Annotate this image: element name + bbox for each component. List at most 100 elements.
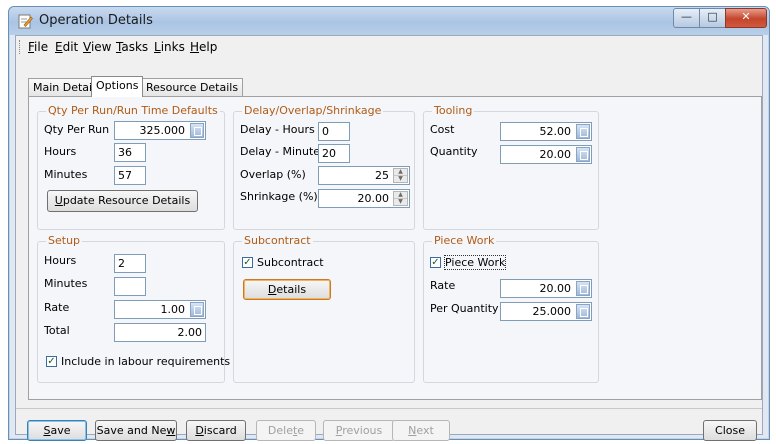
per-quantity-input[interactable]: 25.000: [500, 302, 592, 321]
tab-resource-details[interactable]: Resource Details: [141, 78, 244, 96]
menu-tasks[interactable]: Tasks: [116, 40, 148, 54]
spin-down-icon[interactable]: ▼: [394, 176, 407, 182]
delay-hours-input[interactable]: 0: [318, 122, 350, 141]
setup-rate-input[interactable]: 1.00: [114, 300, 206, 319]
previous-btn-post: revious: [342, 424, 383, 437]
close-btn-label: Close: [715, 424, 745, 437]
overlap-label: Overlap (%): [240, 168, 306, 181]
piece-work-group: Piece Work ✓ Piece Work Rate 20.00 Per Q…: [423, 234, 599, 383]
save-new-btn-accel: w: [166, 424, 176, 437]
qty-per-run-value: 325.000: [139, 124, 186, 137]
piece-work-checkbox-label[interactable]: Piece Work: [443, 255, 507, 270]
shrinkage-label: Shrinkage (%): [240, 190, 318, 203]
edit-document-icon: [18, 14, 33, 29]
setup-hours-input[interactable]: 2: [114, 254, 146, 273]
menu-file-post: ile: [34, 40, 49, 54]
setup-rate-label: Rate: [44, 301, 70, 314]
calculator-icon[interactable]: [190, 302, 204, 317]
discard-btn-accel: D: [195, 424, 204, 437]
per-quantity-value: 25.000: [532, 305, 572, 318]
menu-edit-accel: E: [55, 40, 63, 54]
menu-links-accel: L: [154, 40, 161, 54]
next-button[interactable]: Next: [392, 420, 450, 441]
close-button[interactable]: Close: [703, 420, 757, 441]
delay-minutes-input[interactable]: 20: [318, 144, 350, 163]
menu-view[interactable]: View: [83, 40, 111, 54]
title-bar[interactable]: Operation Details — □ ✕: [9, 7, 769, 35]
shrinkage-spinner[interactable]: ▲ ▼: [393, 191, 408, 206]
menu-file[interactable]: File: [28, 40, 48, 54]
minimize-button[interactable]: —: [673, 8, 700, 28]
next-btn-post: ext: [416, 424, 434, 437]
tab-options[interactable]: Options: [91, 76, 144, 97]
menu-tasks-post: asks: [121, 40, 149, 54]
overlap-value: 25: [375, 169, 389, 182]
menu-links[interactable]: Links: [154, 40, 185, 54]
calculator-icon[interactable]: [576, 304, 590, 319]
previous-button[interactable]: Previous: [323, 420, 395, 441]
menu-help[interactable]: Help: [190, 40, 217, 54]
save-and-new-button[interactable]: Save and New: [95, 420, 177, 441]
shrinkage-input[interactable]: 20.00 ▲ ▼: [318, 189, 410, 208]
menu-bar: File Edit View Tasks Links Help: [16, 36, 762, 58]
delete-btn-post: e: [297, 424, 305, 437]
run-hours-input[interactable]: 36: [114, 143, 146, 162]
setup-group: Setup Hours 2 Minutes Rate 1.00 Total 2.…: [37, 234, 230, 383]
overlap-spinner[interactable]: ▲ ▼: [393, 168, 408, 183]
operation-details-window: Operation Details — □ ✕ File Edit View T…: [8, 6, 770, 441]
delay-group-title: Delay/Overlap/Shrinkage: [242, 104, 384, 117]
include-labour-checkbox[interactable]: ✓: [46, 356, 57, 367]
menu-grip: [19, 40, 23, 54]
subcontract-checkbox-label[interactable]: Subcontract: [257, 256, 324, 269]
options-panel: Qty Per Run/Run Time Defaults Qty Per Ru…: [28, 96, 762, 400]
tooling-group: Tooling Cost 52.00 Quantity 20.00: [423, 104, 599, 230]
subcontract-group: Subcontract ✓ Subcontract Details: [233, 234, 415, 383]
shrinkage-value: 20.00: [357, 192, 390, 205]
tooling-quantity-input[interactable]: 20.00: [500, 145, 592, 164]
tooling-cost-label: Cost: [430, 123, 455, 136]
per-quantity-label: Per Quantity: [430, 302, 499, 315]
calculator-icon[interactable]: [576, 147, 590, 162]
menu-view-post: iew: [90, 40, 112, 54]
maximize-icon: □: [707, 10, 718, 23]
save-button[interactable]: Save: [27, 420, 87, 441]
menu-help-post: elp: [199, 40, 218, 54]
calculator-icon[interactable]: [576, 124, 590, 139]
tooling-cost-input[interactable]: 52.00: [500, 122, 592, 141]
menu-view-accel: V: [83, 40, 91, 54]
update-resource-details-button[interactable]: Update Resource Details: [47, 190, 198, 212]
run-minutes-label: Minutes: [44, 168, 88, 181]
subcontract-group-title: Subcontract: [242, 234, 313, 247]
save-btn-post: ave: [50, 424, 71, 437]
subcontract-details-button[interactable]: Details: [243, 279, 331, 300]
delay-minutes-label: Delay - Minutes: [240, 145, 326, 158]
maximize-button[interactable]: □: [699, 8, 726, 28]
overlap-input[interactable]: 25 ▲ ▼: [318, 166, 410, 185]
tooling-quantity-label: Quantity: [430, 145, 478, 158]
qty-per-run-input[interactable]: 325.000: [114, 121, 206, 140]
save-new-btn-pre: Save and Ne: [96, 424, 167, 437]
include-labour-label[interactable]: Include in labour requirements: [61, 355, 230, 368]
setup-total-input[interactable]: 2.00: [114, 323, 206, 342]
piece-work-checkbox[interactable]: ✓: [430, 257, 441, 268]
menu-edit-post: dit: [62, 40, 79, 54]
close-window-button[interactable]: ✕: [725, 8, 767, 28]
delete-button[interactable]: Delete: [256, 420, 316, 441]
qty-per-run-label: Qty Per Run: [44, 123, 110, 136]
calculator-icon[interactable]: [576, 281, 590, 296]
client-area: File Edit View Tasks Links Help Main Det…: [15, 35, 763, 441]
delay-hours-label: Delay - Hours: [240, 123, 315, 136]
delay-overlap-shrinkage-group: Delay/Overlap/Shrinkage Delay - Hours 0 …: [233, 104, 415, 230]
piecework-rate-input[interactable]: 20.00: [500, 279, 592, 298]
setup-minutes-input[interactable]: [114, 277, 146, 296]
subcontract-checkbox[interactable]: ✓: [242, 257, 253, 268]
run-minutes-input[interactable]: 57: [114, 166, 146, 185]
details-btn-post: etails: [276, 283, 307, 296]
window-title: Operation Details: [39, 13, 153, 28]
menu-edit[interactable]: Edit: [55, 40, 78, 54]
discard-button[interactable]: Discard: [186, 420, 246, 441]
delete-btn-pre: Dele: [267, 424, 293, 437]
qty-per-run-group: Qty Per Run/Run Time Defaults Qty Per Ru…: [37, 104, 225, 230]
calculator-icon[interactable]: [190, 123, 204, 138]
spin-down-icon[interactable]: ▼: [394, 199, 407, 205]
